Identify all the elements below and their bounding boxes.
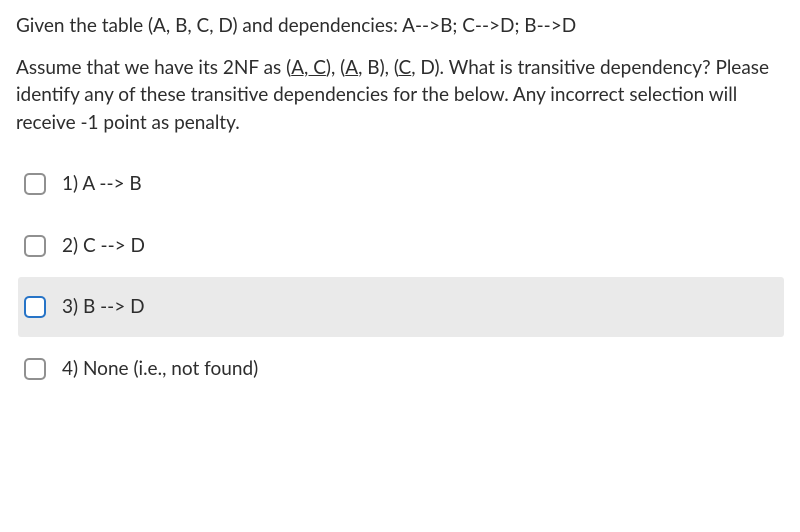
checkbox-icon[interactable] bbox=[24, 296, 46, 318]
underline-key: A bbox=[345, 56, 358, 79]
option-label: 4) None (i.e., not found) bbox=[62, 355, 258, 383]
underline-key: A, C bbox=[291, 56, 326, 79]
checkbox-icon[interactable] bbox=[24, 173, 46, 195]
checkbox-icon[interactable] bbox=[24, 235, 46, 257]
question-line-2: Assume that we have its 2NF as (A, C), (… bbox=[16, 54, 784, 137]
checkbox-icon[interactable] bbox=[24, 358, 46, 380]
option-label: 3) B --> D bbox=[62, 293, 145, 321]
option-2[interactable]: 2) C --> D bbox=[18, 216, 784, 276]
options-list: 1) A --> B 2) C --> D 3) B --> D 4) None… bbox=[16, 154, 784, 398]
underline-key: C bbox=[399, 56, 412, 79]
question-line-1: Given the table (A, B, C, D) and depende… bbox=[16, 12, 784, 40]
option-label: 2) C --> D bbox=[62, 232, 145, 260]
question-stem: Given the table (A, B, C, D) and depende… bbox=[16, 12, 784, 136]
text-fragment: ), ( bbox=[326, 56, 345, 79]
option-1[interactable]: 1) A --> B bbox=[18, 154, 784, 214]
text-fragment: , B), ( bbox=[358, 56, 398, 79]
option-4[interactable]: 4) None (i.e., not found) bbox=[18, 339, 784, 399]
option-3[interactable]: 3) B --> D bbox=[18, 277, 784, 337]
quiz-question: Given the table (A, B, C, D) and depende… bbox=[0, 0, 800, 420]
option-label: 1) A --> B bbox=[62, 170, 142, 198]
text-fragment: Assume that we have its 2NF as ( bbox=[16, 56, 291, 79]
